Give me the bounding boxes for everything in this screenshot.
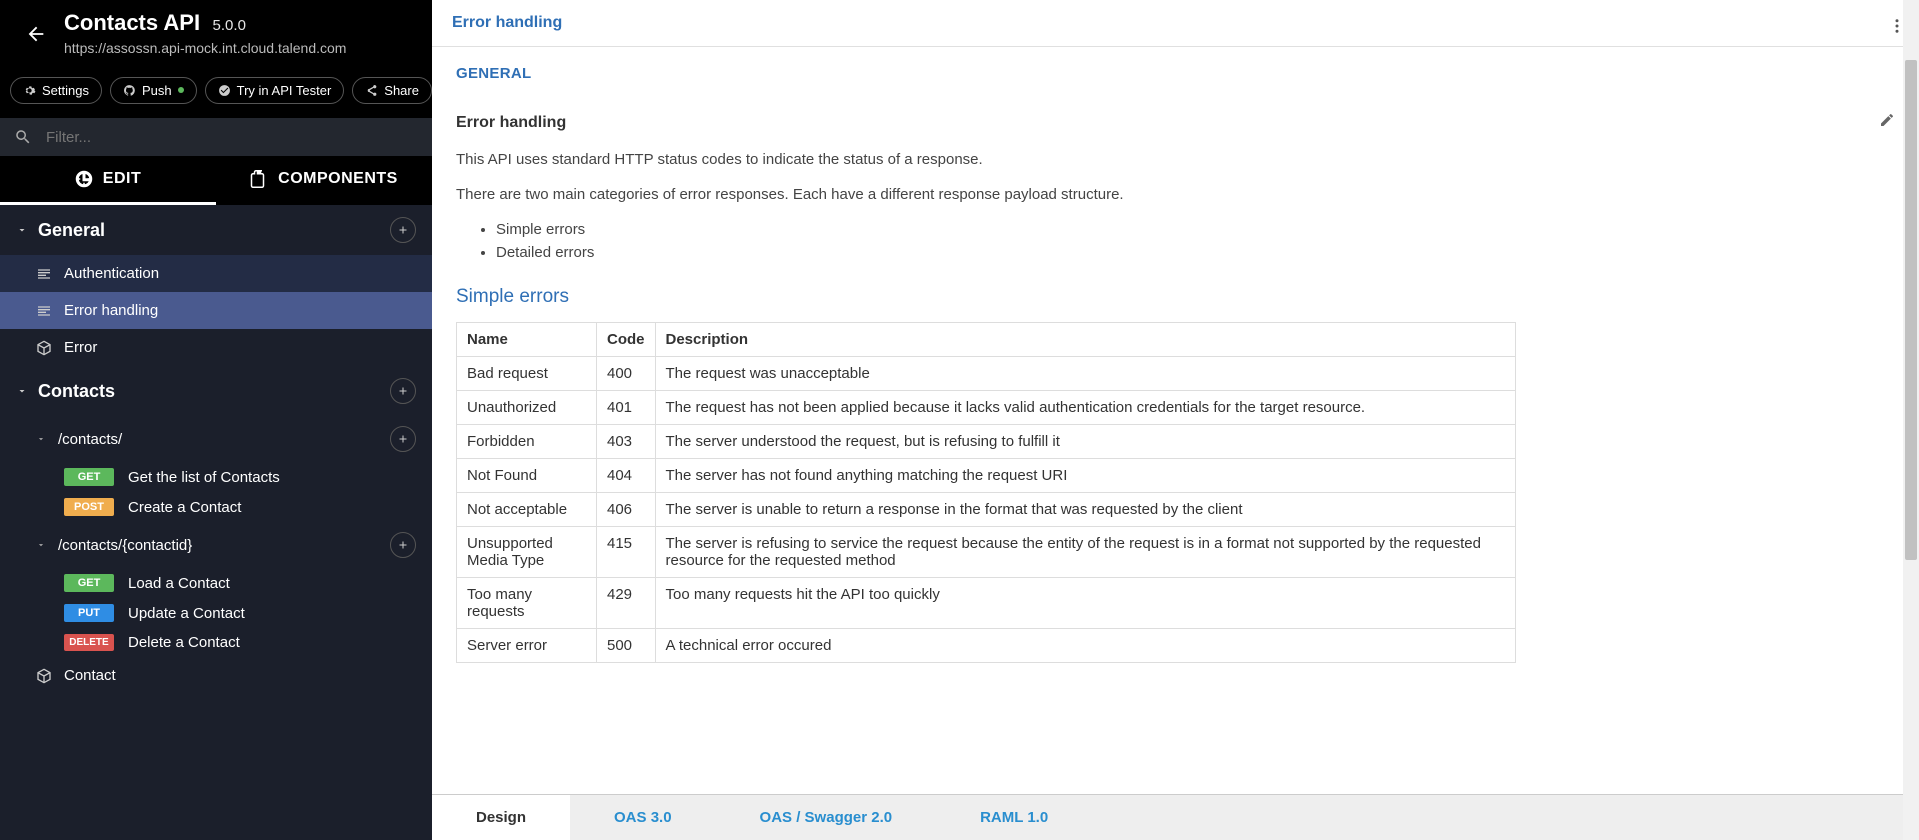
subheading: Simple errors [456, 286, 1895, 308]
back-button[interactable] [16, 14, 56, 54]
api-version: 5.0.0 [213, 17, 246, 34]
section-label: GENERAL [456, 65, 1895, 82]
section-contacts[interactable]: Contacts [0, 366, 432, 416]
main: Error handling GENERAL Error handling Th… [432, 0, 1919, 840]
bullet-list: Simple errors Detailed errors [496, 219, 1895, 264]
tab-oas2[interactable]: OAS / Swagger 2.0 [716, 795, 937, 840]
cube-icon [36, 668, 52, 684]
top-bar: Error handling [432, 0, 1919, 47]
text-section-icon [36, 266, 52, 282]
tab-edit[interactable]: EDIT [0, 156, 216, 205]
sidebar-item-error-handling[interactable]: Error handling [0, 292, 432, 329]
search-icon [14, 128, 32, 146]
list-item: Simple errors [496, 219, 1895, 242]
tab-design[interactable]: Design [432, 795, 570, 840]
bottom-tabs: Design OAS 3.0 OAS / Swagger 2.0 RAML 1.… [432, 794, 1919, 840]
share-icon [365, 84, 378, 97]
push-button[interactable]: Push [110, 77, 197, 104]
path-contacts[interactable]: /contacts/ [0, 416, 432, 462]
cube-icon [36, 340, 52, 356]
errors-table: Name Code Description Bad request400The … [456, 322, 1516, 663]
tab-oas3[interactable]: OAS 3.0 [570, 795, 716, 840]
op-delete-contact[interactable]: DELETE Delete a Contact [0, 628, 432, 657]
op-get-contacts[interactable]: GET Get the list of Contacts [0, 462, 432, 492]
table-header-row: Name Code Description [457, 323, 1516, 357]
share-button[interactable]: Share [352, 77, 432, 104]
sidebar: Contacts API 5.0.0 https://assossn.api-m… [0, 0, 432, 840]
chevron-down-icon [16, 385, 28, 397]
text-section-icon [36, 303, 52, 319]
content-heading-row: Error handling [456, 112, 1895, 133]
try-button[interactable]: Try in API Tester [205, 77, 345, 104]
tab-components[interactable]: COMPONENTS [216, 156, 432, 205]
chevron-down-icon [36, 540, 46, 550]
paragraph: This API uses standard HTTP status codes… [456, 149, 1895, 170]
table-row: Forbidden403The server understood the re… [457, 425, 1516, 459]
sidebar-header: Contacts API 5.0.0 https://assossn.api-m… [0, 0, 432, 68]
sidebar-item-error[interactable]: Error [0, 329, 432, 366]
breadcrumb[interactable]: Error handling [452, 14, 562, 32]
table-row: Not acceptable406The server is unable to… [457, 493, 1516, 527]
op-put-contact[interactable]: PUT Update a Contact [0, 598, 432, 628]
check-circle-icon [218, 84, 231, 97]
sidebar-item-contact-type[interactable]: Contact [0, 657, 432, 694]
add-general-button[interactable] [390, 217, 416, 243]
table-row: Unauthorized401The request has not been … [457, 391, 1516, 425]
scrollbar[interactable] [1903, 0, 1919, 840]
list-item: Detailed errors [496, 242, 1895, 265]
add-path-button[interactable] [390, 532, 416, 558]
github-icon [123, 84, 136, 97]
section-general[interactable]: General [0, 205, 432, 255]
gear-icon [23, 84, 36, 97]
path-contact-id[interactable]: /contacts/{contactid} [0, 522, 432, 568]
api-title: Contacts API [64, 10, 200, 35]
content: GENERAL Error handling This API uses sta… [432, 47, 1919, 840]
scrollbar-thumb[interactable] [1905, 60, 1917, 560]
search-row [0, 118, 432, 156]
table-row: Too many requests429Too many requests hi… [457, 578, 1516, 629]
table-row: Bad request400The request was unacceptab… [457, 357, 1516, 391]
target-icon [75, 170, 93, 188]
add-contacts-button[interactable] [390, 378, 416, 404]
api-url: https://assossn.api-mock.int.cloud.talen… [64, 40, 416, 56]
tab-raml[interactable]: RAML 1.0 [936, 795, 1092, 840]
sidebar-tabs: EDIT COMPONENTS [0, 156, 432, 205]
search-input[interactable] [46, 129, 418, 146]
status-dot-icon [178, 87, 184, 93]
sidebar-item-authentication[interactable]: Authentication [0, 255, 432, 292]
edit-button[interactable] [1879, 112, 1895, 133]
nav-tree: General Authentication Error handling Er… [0, 205, 432, 840]
add-path-button[interactable] [390, 426, 416, 452]
settings-button[interactable]: Settings [10, 77, 102, 104]
table-row: Unsupported Media Type415The server is r… [457, 527, 1516, 578]
toolbar: Settings Push Try in API Tester Share [0, 68, 432, 118]
op-post-contacts[interactable]: POST Create a Contact [0, 492, 432, 522]
pencil-icon [1879, 112, 1895, 128]
chevron-down-icon [16, 224, 28, 236]
op-get-contact[interactable]: GET Load a Contact [0, 568, 432, 598]
content-title: Error handling [456, 114, 566, 132]
paragraph: There are two main categories of error r… [456, 184, 1895, 205]
chevron-down-icon [36, 434, 46, 444]
clipboard-icon [250, 170, 268, 188]
table-row: Server error500A technical error occured [457, 629, 1516, 663]
table-row: Not Found404The server has not found any… [457, 459, 1516, 493]
